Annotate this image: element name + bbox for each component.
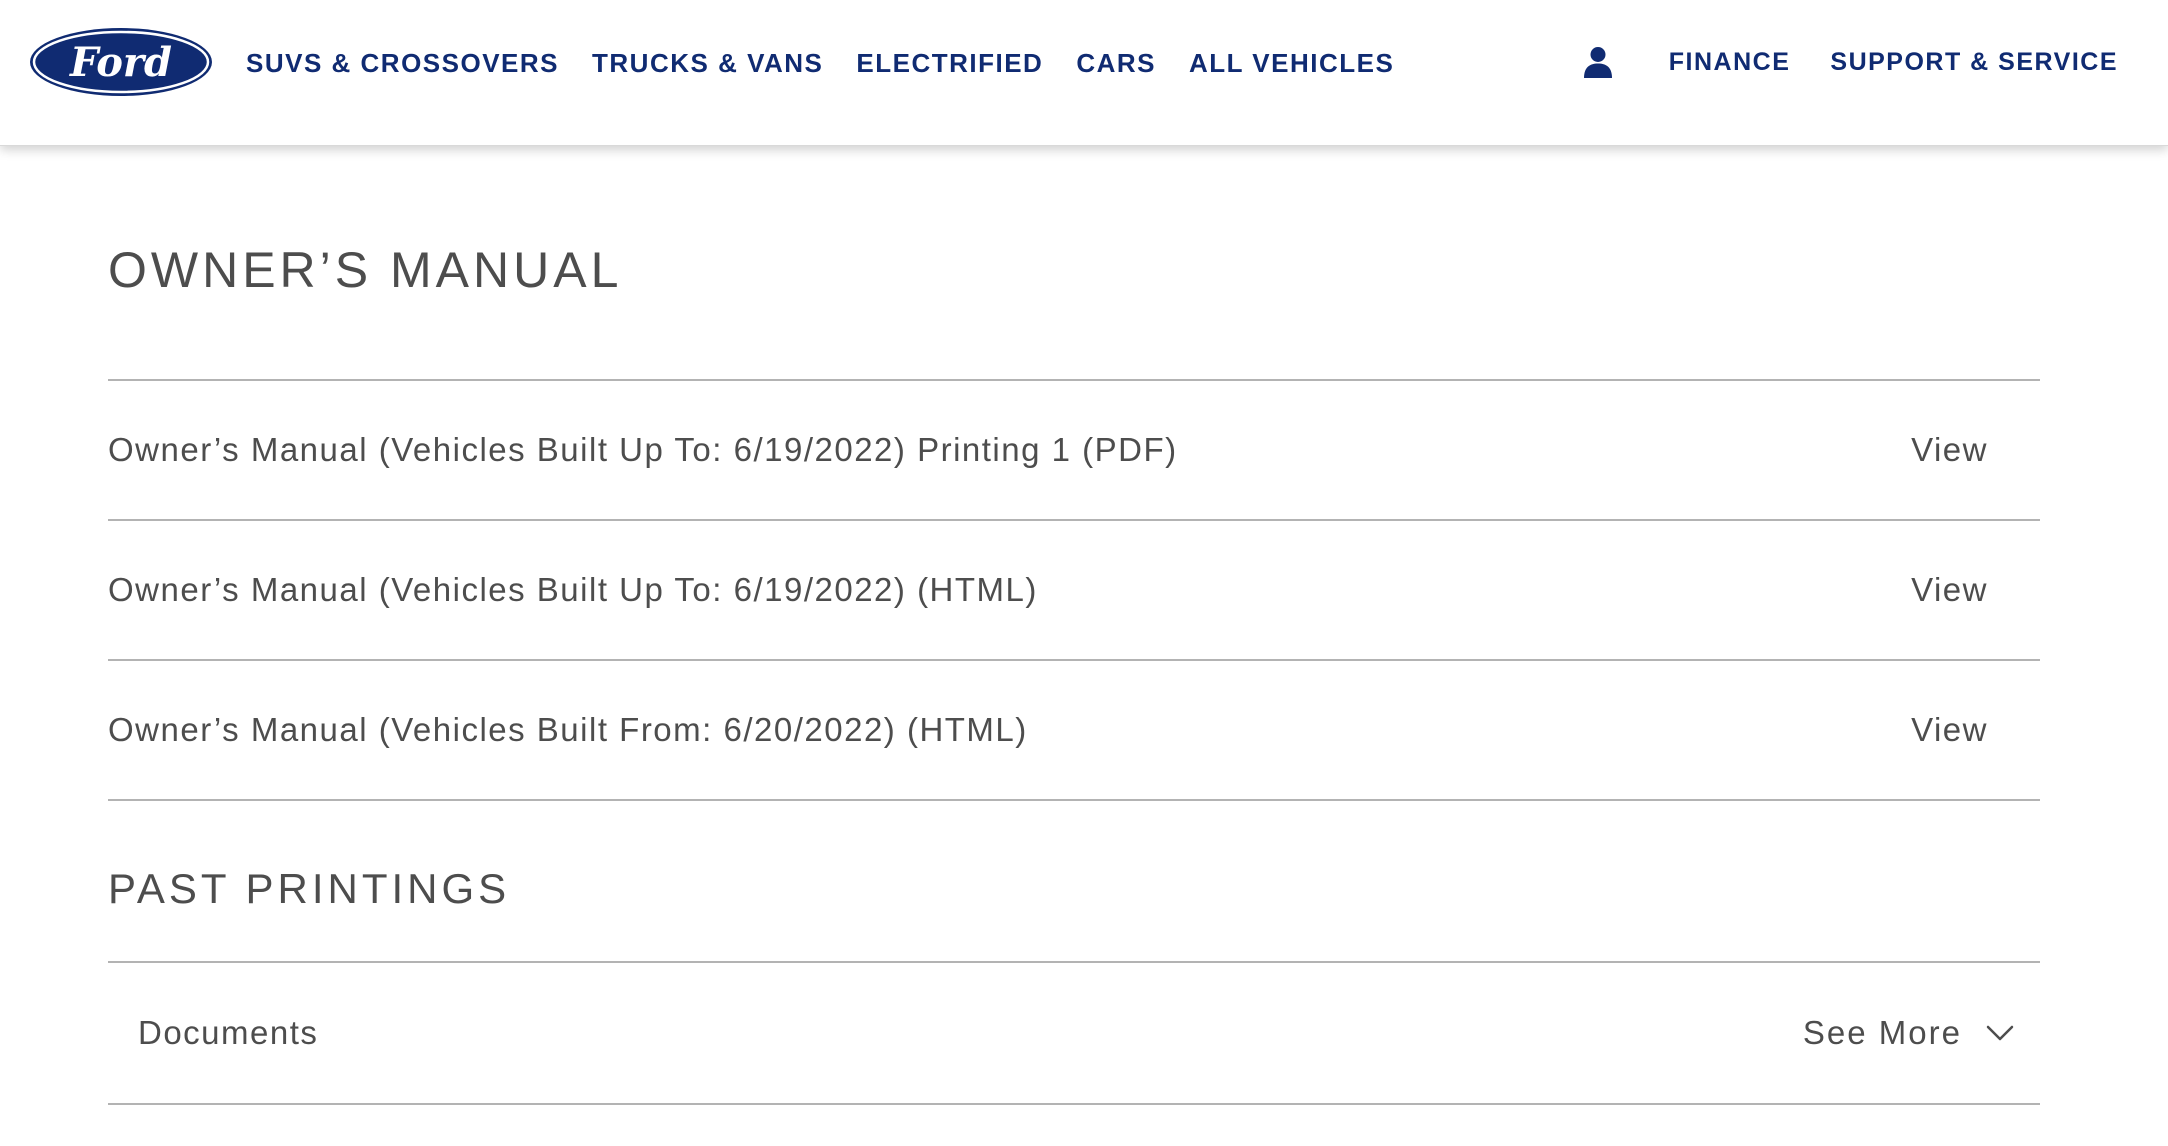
manual-row: Owner’s Manual (Vehicles Built Up To: 6/… [108,521,2040,661]
chevron-down-icon [1986,1024,2014,1042]
owners-manual-title: OWNER’S MANUAL [108,242,623,298]
manual-row: Owner’s Manual (Vehicles Built Up To: 6/… [108,381,2040,521]
nav-trucks-vans[interactable]: TRUCKS & VANS [592,48,823,79]
owners-manual-list: Owner’s Manual (Vehicles Built Up To: 6/… [108,379,2040,801]
past-printings-title: PAST PRINTINGS [108,865,511,912]
view-link[interactable]: View [1911,571,1988,609]
nav-suvs-crossovers[interactable]: SUVS & CROSSOVERS [246,48,559,79]
see-more-label: See More [1802,1014,1962,1051]
manual-row-label[interactable]: Owner’s Manual (Vehicles Built Up To: 6/… [108,571,1038,609]
view-link[interactable]: View [1911,431,1988,469]
ford-oval-logo-icon: Ford [30,28,212,96]
view-link[interactable]: View [1911,711,1988,749]
ford-logo[interactable]: Ford [28,26,214,98]
manual-row-label[interactable]: Owner’s Manual (Vehicles Built Up To: 6/… [108,431,1178,469]
logo-text: Ford [69,39,172,86]
primary-nav: SUVS & CROSSOVERS TRUCKS & VANS ELECTRIF… [246,0,1427,126]
see-more-button[interactable]: See More [1803,1014,2014,1052]
nav-support-service[interactable]: SUPPORT & SERVICE [1830,48,2118,77]
secondary-nav: FINANCE SUPPORT & SERVICE [1583,0,2118,124]
documents-accordion[interactable]: Documents See More [108,961,2040,1105]
nav-all-vehicles[interactable]: ALL VEHICLES [1189,48,1394,79]
site-header: Ford SUVS & CROSSOVERS TRUCKS & VANS ELE… [0,0,2168,146]
manual-row: Owner’s Manual (Vehicles Built From: 6/2… [108,661,2040,801]
person-icon[interactable] [1583,46,1613,78]
documents-label: Documents [138,1014,319,1051]
nav-electrified[interactable]: ELECTRIFIED [856,48,1043,79]
manual-row-label[interactable]: Owner’s Manual (Vehicles Built From: 6/2… [108,711,1028,749]
nav-finance[interactable]: FINANCE [1669,48,1791,77]
nav-cars[interactable]: CARS [1076,48,1156,79]
